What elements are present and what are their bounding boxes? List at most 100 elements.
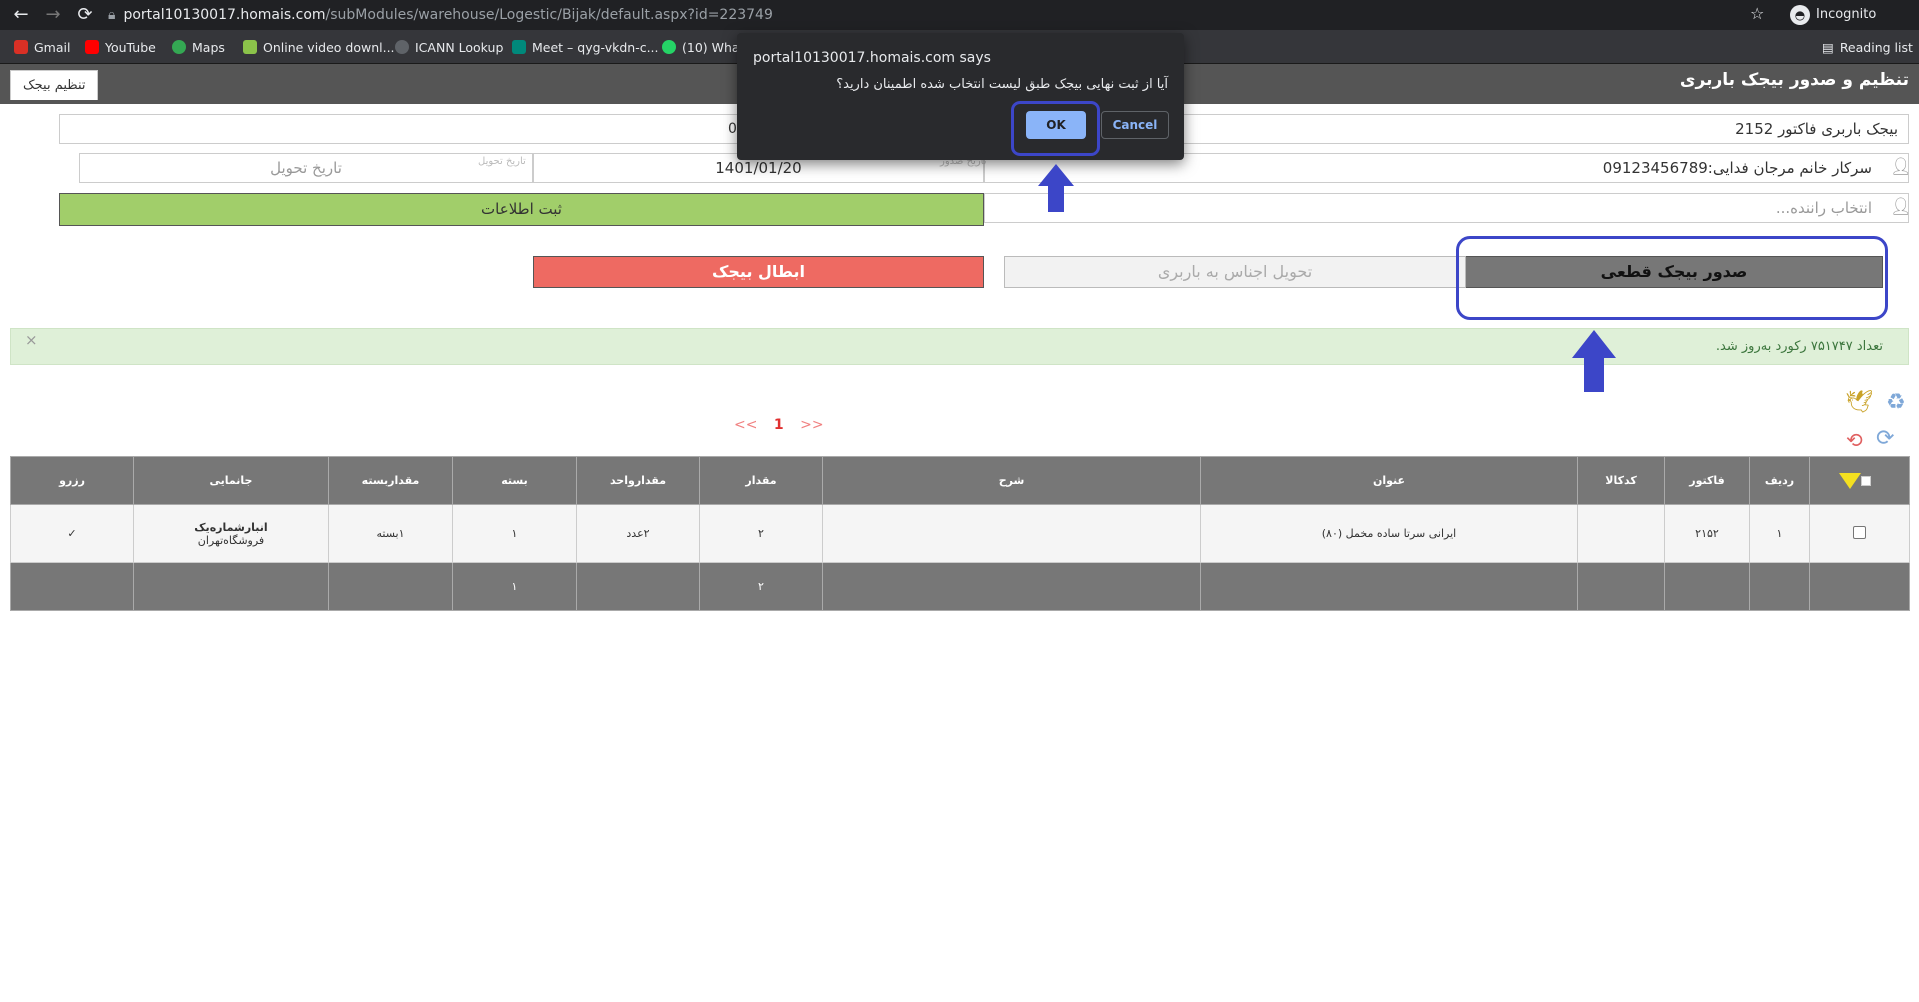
select-all-checkbox[interactable] [1860, 475, 1871, 486]
incognito-icon: ◓ [1790, 4, 1810, 25]
cell-unit-qty: ۲عدد [576, 504, 700, 563]
save-info-button[interactable]: ثبت اطلاعات [59, 193, 984, 226]
pager-next[interactable]: >> [800, 417, 823, 433]
refresh-icon[interactable]: ⟳ [1876, 426, 1894, 451]
reading-list-label: Reading list [1839, 40, 1913, 55]
foot-empty [576, 562, 700, 611]
whatsapp-icon [662, 40, 676, 54]
recycle-icon[interactable]: ♻︎ [1886, 390, 1906, 415]
bookmark-label: Online video downl... [263, 40, 395, 55]
col-desc: شرح [822, 456, 1201, 505]
arrow-up-icon [1572, 330, 1616, 392]
col-invoice: فاکتور [1664, 456, 1750, 505]
cell-pack: ۱ [452, 504, 577, 563]
bird-export-icon[interactable]: 🕊︎ [1845, 390, 1873, 415]
dialog-cancel-button[interactable]: Cancel [1101, 111, 1169, 139]
left-value: 0 [728, 121, 737, 137]
issue-highlight-box [1456, 236, 1888, 320]
ok-highlight-box [1011, 101, 1100, 156]
pager: << 1 >> [728, 417, 830, 433]
bookmark-video-downloader[interactable]: Online video downl... [243, 38, 395, 58]
foot-total-qty: ۲ [699, 562, 823, 611]
location-store: فروشگاه‌تهران [197, 533, 265, 547]
reload-icon[interactable]: ⟳ [74, 4, 96, 26]
table-header-row: ردیف فاکتور کدکالا عنوان شرح مقدار مقدار… [10, 456, 1910, 505]
bookmark-youtube[interactable]: YouTube [85, 38, 156, 58]
col-code: کدکالا [1577, 456, 1665, 505]
cell-title: ایرانی سرتا ساده مخمل (۸۰) [1200, 504, 1578, 563]
download-icon [243, 40, 257, 54]
tab-bijak-settings[interactable]: تنظیم بیجک [10, 70, 99, 100]
col-pack: بسته [452, 456, 577, 505]
bookmark-meet[interactable]: Meet – qyg-vkdn-c... [512, 38, 659, 58]
bookmark-gmail[interactable]: Gmail [14, 38, 70, 58]
pager-current[interactable]: 1 [774, 417, 784, 433]
driver-select[interactable]: انتخاب راننده... [984, 193, 1909, 223]
foot-total-pack: ۱ [452, 562, 577, 611]
bookmark-label: (10) What [682, 40, 745, 55]
url-host: portal10130017.homais.com [123, 7, 326, 23]
filter-triangle-icon[interactable] [1838, 472, 1861, 489]
location-warehouse: انبارشماره‌یک [194, 520, 268, 534]
profile-label: Incognito [1816, 7, 1877, 22]
deliver-to-carrier-button[interactable]: تحویل اجناس به باربری [1004, 256, 1466, 288]
void-bijak-button[interactable]: ابطال بیجک [533, 256, 984, 288]
foot-empty [1749, 562, 1810, 611]
foot-empty [1809, 562, 1910, 611]
dialog-message: آیا از ثبت نهایی بیجک طبق لیست انتخاب شد… [836, 77, 1168, 92]
delivery-date-field[interactable]: تاریخ تحویل [79, 153, 533, 183]
cell-desc [822, 504, 1201, 563]
dialog-title: portal10130017.homais.com says [753, 50, 991, 66]
address-bar[interactable]: 🔒︎ portal10130017.homais.com/subModules/w… [108, 2, 1793, 28]
foot-empty [1200, 562, 1578, 611]
col-title: عنوان [1200, 456, 1578, 505]
col-unit-qty: مقدارواحد [576, 456, 700, 505]
browser-toolbar: ← → ⟳ 🔒︎ portal10130017.homais.com/subMod… [0, 0, 1919, 30]
reading-list-button[interactable]: ▤ Reading list [1822, 38, 1913, 58]
youtube-icon [85, 40, 99, 54]
profile-button[interactable]: ◓ Incognito [1790, 4, 1876, 26]
table-row[interactable]: ۱ ۲۱۵۲ ایرانی سرتا ساده مخمل (۸۰) ۲ ۲عدد… [10, 504, 1910, 563]
cell-qty: ۲ [699, 504, 823, 563]
row-select-cell[interactable] [1809, 504, 1910, 563]
pager-prev[interactable]: << [734, 417, 757, 433]
col-row: ردیف [1749, 456, 1810, 505]
bookmark-label: Gmail [34, 40, 71, 55]
cell-pack-qty: ۱بسته [328, 504, 453, 563]
reading-list-icon: ▤ [1822, 40, 1834, 55]
undo-icon[interactable]: ⟲ [1846, 428, 1863, 452]
back-icon[interactable]: ← [10, 4, 32, 26]
table-footer-row: ۲ ۱ [10, 562, 1910, 611]
reserve-check-icon: ✓ [67, 527, 77, 540]
page-title: تنظیم و صدور بیجک باربری [1679, 70, 1909, 90]
bookmark-maps[interactable]: Maps [172, 38, 225, 58]
arrow-up-icon [1038, 164, 1074, 212]
cell-reserve: ✓ [10, 504, 134, 563]
bookmark-label: ICANN Lookup [415, 40, 504, 55]
confirm-dialog: portal10130017.homais.com says آیا از ثب… [737, 33, 1184, 160]
alert-close-icon[interactable]: × [25, 331, 38, 349]
icann-icon [395, 40, 409, 54]
bookmark-label: Maps [192, 40, 225, 55]
foot-empty [133, 562, 329, 611]
maps-icon [172, 40, 186, 54]
bookmark-star-icon[interactable]: ☆ [1750, 4, 1764, 23]
delivery-date-label: تاریخ تحویل [478, 156, 526, 167]
foot-empty [10, 562, 134, 611]
cell-invoice: ۲۱۵۲ [1664, 504, 1750, 563]
driver-user-icon: 👤︎ [1890, 197, 1912, 217]
foot-empty [1664, 562, 1750, 611]
items-table: ردیف فاکتور کدکالا عنوان شرح مقدار مقدار… [10, 456, 1910, 611]
foot-empty [1577, 562, 1665, 611]
alert-text: تعداد ۷۵۱۷۴۷ رکورد به‌روز شد. [1715, 339, 1883, 354]
foot-empty [328, 562, 453, 611]
select-all-header[interactable] [1809, 456, 1910, 505]
bookmark-label: YouTube [105, 40, 156, 55]
bookmark-whatsapp[interactable]: (10) What [662, 38, 744, 58]
success-alert: تعداد ۷۵۱۷۴۷ رکورد به‌روز شد. × [10, 328, 1909, 365]
row-checkbox[interactable] [1853, 525, 1866, 539]
bookmark-icann[interactable]: ICANN Lookup [395, 38, 503, 58]
cell-row: ۱ [1749, 504, 1810, 563]
col-location: جانمایی [133, 456, 329, 505]
forward-icon[interactable]: → [42, 4, 64, 26]
